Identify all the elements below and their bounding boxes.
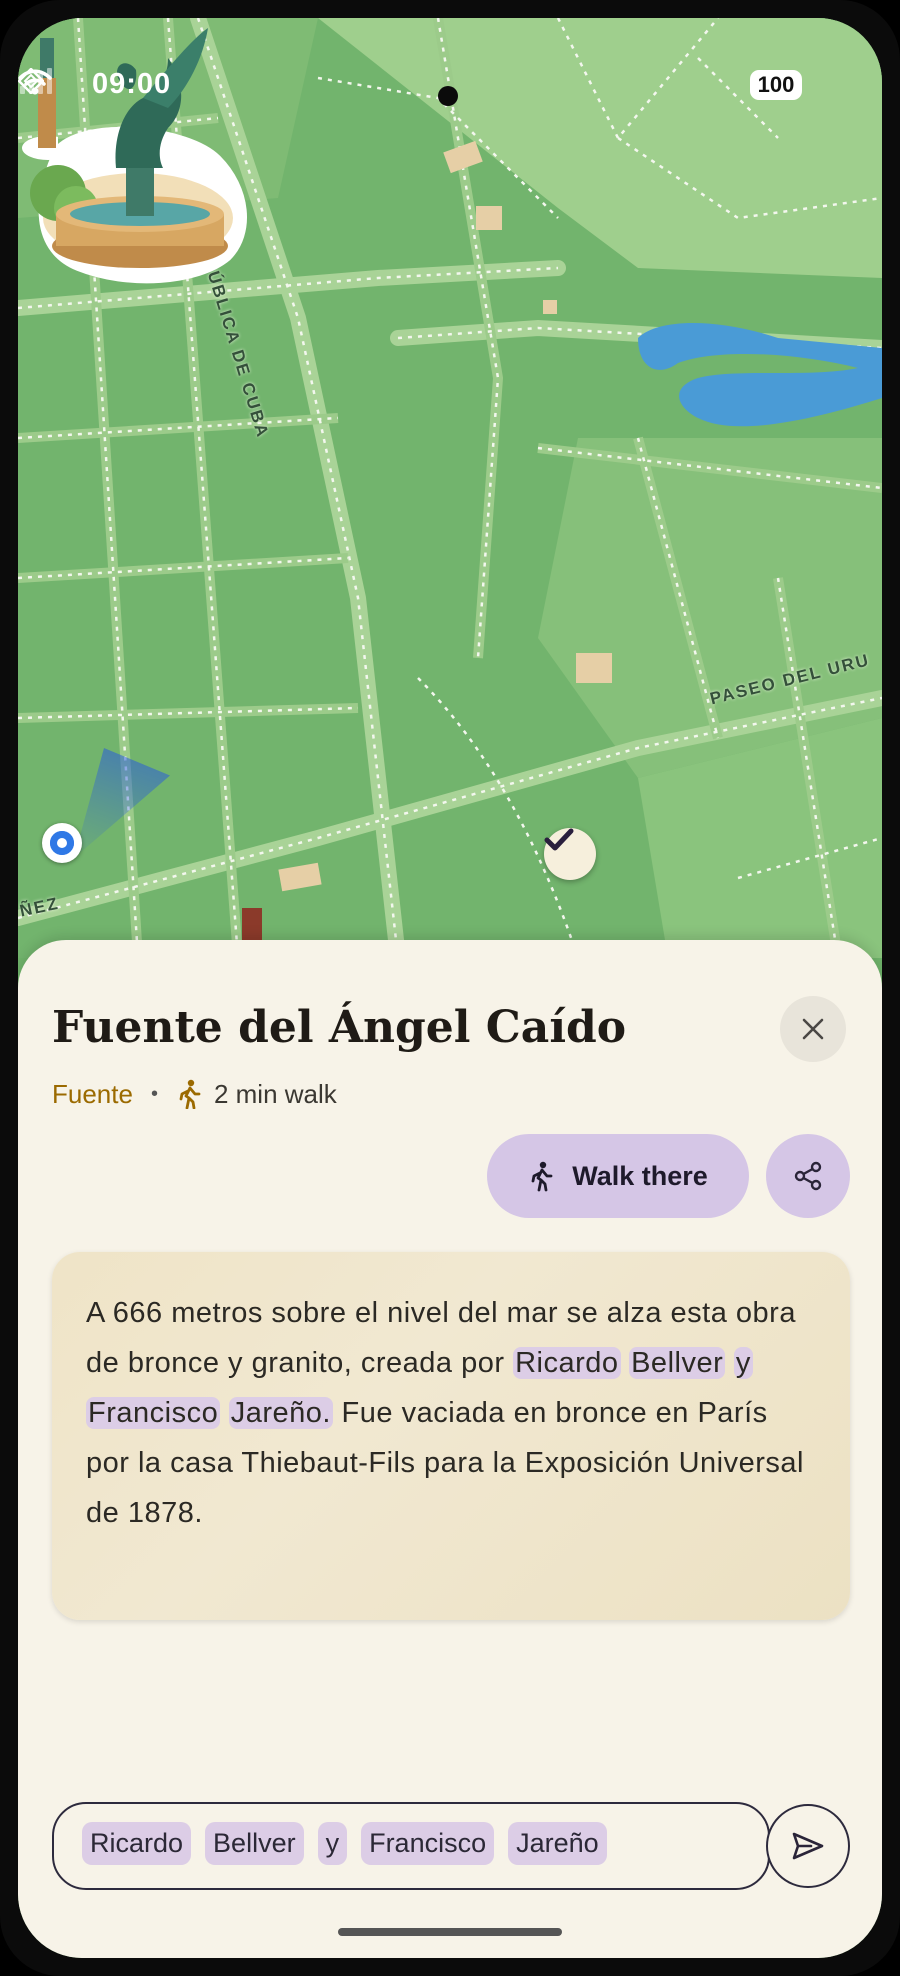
- place-title: Fuente del Ángel Caído: [52, 1002, 627, 1053]
- close-icon: [802, 1018, 824, 1040]
- selected-words: Ricardo Bellver y Francisco Jareño: [82, 1822, 607, 1865]
- chip-input-field[interactable]: Ricardo Bellver y Francisco Jareño: [52, 1802, 770, 1890]
- word-chip[interactable]: Bellver: [205, 1822, 304, 1865]
- word-chip[interactable]: y: [317, 1822, 348, 1865]
- place-details-sheet: Fuente del Ángel Caído Fuente • 2 min wa…: [18, 940, 882, 1958]
- walking-icon: [179, 1079, 201, 1109]
- word-chip[interactable]: Jareño: [508, 1822, 607, 1865]
- highlight-word[interactable]: Ricardo: [513, 1347, 621, 1379]
- close-button[interactable]: [780, 996, 846, 1062]
- send-button[interactable]: [766, 1804, 850, 1888]
- description-card: A 666 metros sobre el nivel del mar se a…: [52, 1252, 850, 1620]
- highlight-word[interactable]: Bellver: [629, 1347, 726, 1379]
- walk-there-button[interactable]: Walk there: [487, 1134, 749, 1218]
- send-icon: [792, 1832, 824, 1860]
- word-chip[interactable]: Ricardo: [82, 1822, 192, 1865]
- walk-time: 2 min walk: [213, 1078, 337, 1109]
- highlight-word[interactable]: y: [733, 1347, 753, 1379]
- clock: 09:00: [92, 68, 172, 100]
- phone-frame: PASEO REPÚBLICA DE CUBA PASEO DEL URU ÑE…: [0, 0, 900, 1976]
- visited-check-icon: [544, 828, 596, 880]
- battery-indicator: 100: [750, 70, 802, 100]
- highlight-word[interactable]: Francisco: [86, 1397, 221, 1429]
- cell-signal-icon: [20, 68, 52, 94]
- place-meta: Fuente • 2 min walk: [52, 1076, 337, 1112]
- highlight-word[interactable]: Jareño.: [228, 1397, 333, 1429]
- share-icon: [794, 1161, 822, 1191]
- status-bar: 09:00 100: [18, 68, 882, 108]
- walking-icon: [531, 1161, 553, 1192]
- word-chip[interactable]: Francisco: [361, 1822, 495, 1865]
- description-text: A 666 metros sobre el nivel del mar se a…: [86, 1288, 816, 1538]
- current-location-icon[interactable]: [42, 823, 82, 863]
- place-category: Fuente: [52, 1078, 133, 1109]
- home-indicator[interactable]: [338, 1928, 562, 1936]
- camera-cutout: [438, 86, 458, 106]
- meta-separator: •: [150, 1082, 158, 1105]
- walk-there-label: Walk there: [572, 1160, 708, 1191]
- share-button[interactable]: [766, 1134, 850, 1218]
- map[interactable]: PASEO REPÚBLICA DE CUBA PASEO DEL URU ÑE…: [18, 18, 882, 958]
- screen: PASEO REPÚBLICA DE CUBA PASEO DEL URU ÑE…: [18, 18, 882, 1958]
